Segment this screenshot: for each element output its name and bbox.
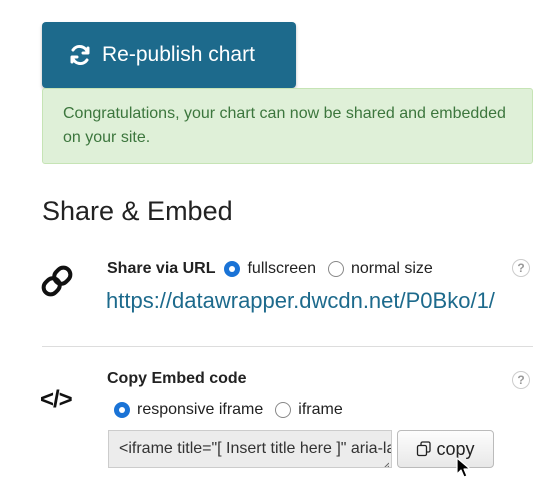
radio-normal-size-control[interactable]	[327, 261, 344, 277]
success-message: Congratulations, your chart can now be s…	[63, 105, 506, 146]
embed-options: responsive iframe iframe	[114, 401, 355, 419]
republish-label: Re-publish chart	[102, 43, 255, 66]
radio-fullscreen-control[interactable]	[224, 261, 241, 277]
section-title: Share & Embed	[42, 196, 233, 226]
radio-responsive-iframe[interactable]: responsive iframe	[114, 401, 263, 419]
embed-help-icon[interactable]: ?	[512, 371, 530, 389]
radio-fullscreen-label: fullscreen	[247, 260, 316, 277]
embed-code-text: <iframe title="[ Insert title here ]" ar…	[119, 440, 392, 457]
divider	[42, 346, 533, 347]
radio-responsive-iframe-label: responsive iframe	[137, 401, 264, 418]
success-alert: Congratulations, your chart can now be s…	[42, 88, 533, 164]
publish-panel: Re-publish chart Congratulations, your c…	[0, 0, 543, 480]
radio-normal-size[interactable]: normal size	[327, 260, 433, 278]
radio-responsive-iframe-control[interactable]	[114, 402, 130, 418]
resize-grip-icon[interactable]	[381, 457, 390, 467]
republish-button[interactable]: Re-publish chart	[42, 22, 296, 88]
radio-iframe-control[interactable]	[275, 402, 292, 418]
radio-iframe[interactable]: iframe	[275, 401, 343, 419]
embed-code-label: Copy Embed code	[107, 370, 247, 387]
radio-fullscreen[interactable]: fullscreen	[224, 260, 316, 278]
code-icon: </>	[40, 386, 73, 413]
radio-iframe-label: iframe	[298, 401, 343, 418]
share-url-help-icon[interactable]: ?	[512, 259, 530, 277]
mouse-cursor-icon	[456, 457, 472, 479]
radio-normal-size-label: normal size	[350, 260, 433, 277]
link-icon	[40, 264, 74, 298]
embed-code-textarea[interactable]: <iframe title="[ Insert title here ]" ar…	[108, 430, 392, 468]
share-url-label: Share via URL	[107, 260, 216, 277]
copy-icon	[416, 441, 432, 457]
share-url-row: Share via URL fullscreen normal size	[107, 260, 445, 278]
share-url-link[interactable]: https://datawrapper.dwcdn.net/P0Bko/1/	[106, 288, 495, 314]
refresh-icon	[68, 43, 92, 67]
copy-button[interactable]: copy	[397, 430, 494, 468]
